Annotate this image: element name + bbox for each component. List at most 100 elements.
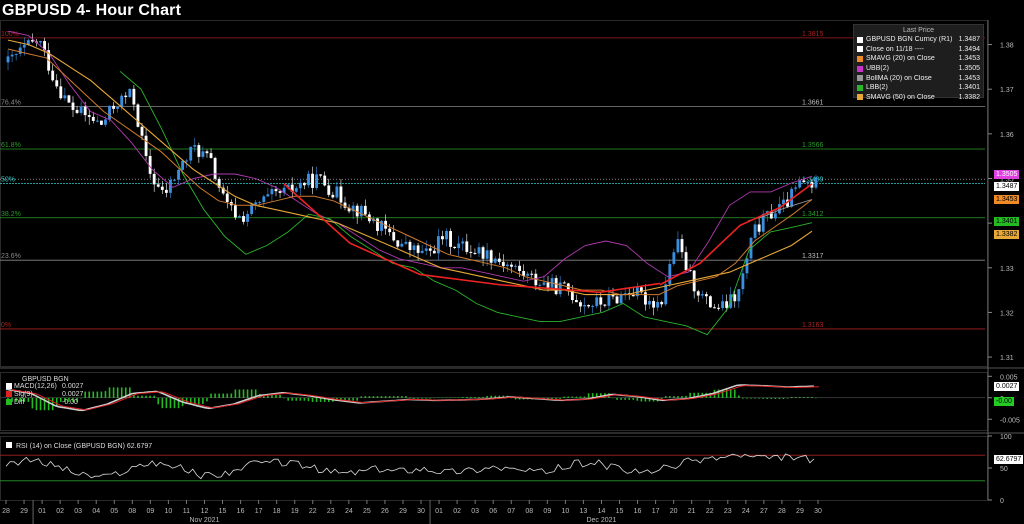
candle-body	[692, 270, 696, 292]
month-label: Nov 2021	[190, 517, 220, 524]
legend-label: Close on 11/18 ----	[866, 45, 924, 53]
candle-body	[802, 180, 806, 183]
macd-diff-bar	[169, 397, 172, 409]
x-tick-label: 16	[237, 508, 245, 515]
rsi-tag: 62.6797	[994, 455, 1024, 465]
candle-body	[225, 193, 229, 202]
candle-body	[193, 145, 197, 147]
candle-body	[233, 205, 237, 218]
macd-diff-bar	[441, 397, 444, 398]
candle-body	[664, 284, 668, 305]
macd-diff-bar	[295, 397, 298, 401]
candle-body	[266, 194, 270, 197]
candle-body	[392, 232, 396, 241]
macd-diff-bar	[104, 391, 107, 398]
candle-body	[668, 263, 672, 285]
macd-diff-bar	[214, 393, 216, 398]
macd-tag: 0.0027	[994, 381, 1020, 391]
macd-diff-bar	[275, 394, 277, 398]
legend-item: Close on 11/18 ---- 1.3494	[857, 45, 980, 55]
macd-diff-bar	[733, 389, 736, 398]
candle-body	[39, 41, 42, 43]
macd-diff-bar	[246, 389, 249, 398]
candle-body	[339, 186, 343, 203]
macd-legend-label: Sig(9)	[14, 391, 33, 398]
x-tick-label: 15	[616, 508, 624, 515]
fib-pct-label: 61.8%	[1, 142, 21, 149]
candle-body	[595, 297, 599, 306]
candle-body	[315, 174, 319, 188]
candle-body	[298, 182, 302, 189]
macd-diff-bar	[116, 387, 119, 398]
candle-body	[404, 241, 408, 244]
candle-body	[473, 252, 477, 254]
x-tick-label: 24	[742, 508, 750, 515]
candle-body	[757, 224, 761, 232]
x-tick-label: 23	[327, 508, 335, 515]
price-tag: 1.3453	[994, 194, 1020, 204]
candle-body	[262, 196, 266, 203]
series-rsi	[5, 453, 815, 480]
macd-diff-bar	[770, 397, 773, 400]
macd-diff-bar	[242, 389, 245, 398]
macd-diff-bar	[754, 397, 756, 399]
x-tick-label: 15	[219, 508, 227, 515]
macd-diff-bar	[612, 397, 614, 399]
candle-body	[87, 115, 91, 117]
candle-body	[599, 297, 603, 305]
legend-value: 1.3494	[958, 45, 980, 53]
macd-diff-bar	[750, 397, 752, 399]
macd-diff-bar	[112, 387, 115, 398]
candle-body	[481, 247, 485, 259]
legend-label: SMAVG (50) on Close	[866, 93, 935, 101]
macd-diff-bar	[161, 397, 164, 409]
x-tick-label: 10	[165, 508, 173, 515]
candle-body	[116, 106, 120, 109]
legend-swatch	[857, 55, 863, 62]
macd-diff-bar	[457, 397, 460, 398]
price-tick-label: 1.32	[1000, 310, 1014, 317]
x-tick-label: 10	[561, 508, 569, 515]
candle-body	[63, 95, 67, 99]
candle-body	[177, 169, 180, 180]
price-tick-label: 1.31	[1000, 355, 1014, 362]
candle-body	[717, 307, 720, 309]
fib-pct-label: 76.4%	[1, 100, 21, 107]
macd-diff-bar	[250, 389, 253, 398]
macd-diff-bar	[429, 397, 432, 399]
candle-body	[583, 305, 586, 307]
macd-diff-bar	[88, 391, 91, 398]
macd-diff-bar	[425, 397, 428, 399]
x-tick-label: 01	[38, 508, 46, 515]
candle-body	[258, 202, 262, 204]
candle-body	[477, 247, 481, 254]
x-tick-label: 22	[706, 508, 714, 515]
candle-body	[526, 273, 530, 276]
candle-body	[136, 104, 140, 127]
candle-body	[95, 120, 99, 122]
legend-item: SMAVG (50) on Close 1.3382	[857, 93, 980, 103]
macd-diff-bar	[677, 396, 679, 398]
candle-body	[441, 236, 444, 240]
macd-legend-value: 0.0027	[62, 383, 84, 390]
macd-diff-bar	[153, 395, 155, 398]
macd-diff-bar	[202, 397, 204, 404]
candle-body	[75, 109, 79, 113]
x-tick-label: 22	[309, 508, 317, 515]
fib-pct-label: 38.2%	[1, 211, 21, 218]
macd-diff-bar	[449, 397, 452, 398]
candle-body	[335, 186, 339, 198]
candle-body	[128, 88, 132, 98]
macd-diff-bar	[786, 397, 789, 399]
legend-label: SMAVG (20) on Close	[866, 55, 935, 63]
macd-diff-bar	[567, 396, 570, 398]
macd-diff-bar	[579, 396, 582, 398]
x-tick-label: 27	[760, 508, 768, 515]
price-tick-label: 1.38	[1000, 43, 1014, 50]
x-tick-label: 03	[471, 508, 479, 515]
legend-swatch	[857, 75, 863, 82]
candle-body	[185, 160, 189, 162]
candle-body	[696, 291, 700, 296]
candle-body	[615, 296, 619, 304]
price-tick-label: 1.36	[1000, 132, 1014, 139]
